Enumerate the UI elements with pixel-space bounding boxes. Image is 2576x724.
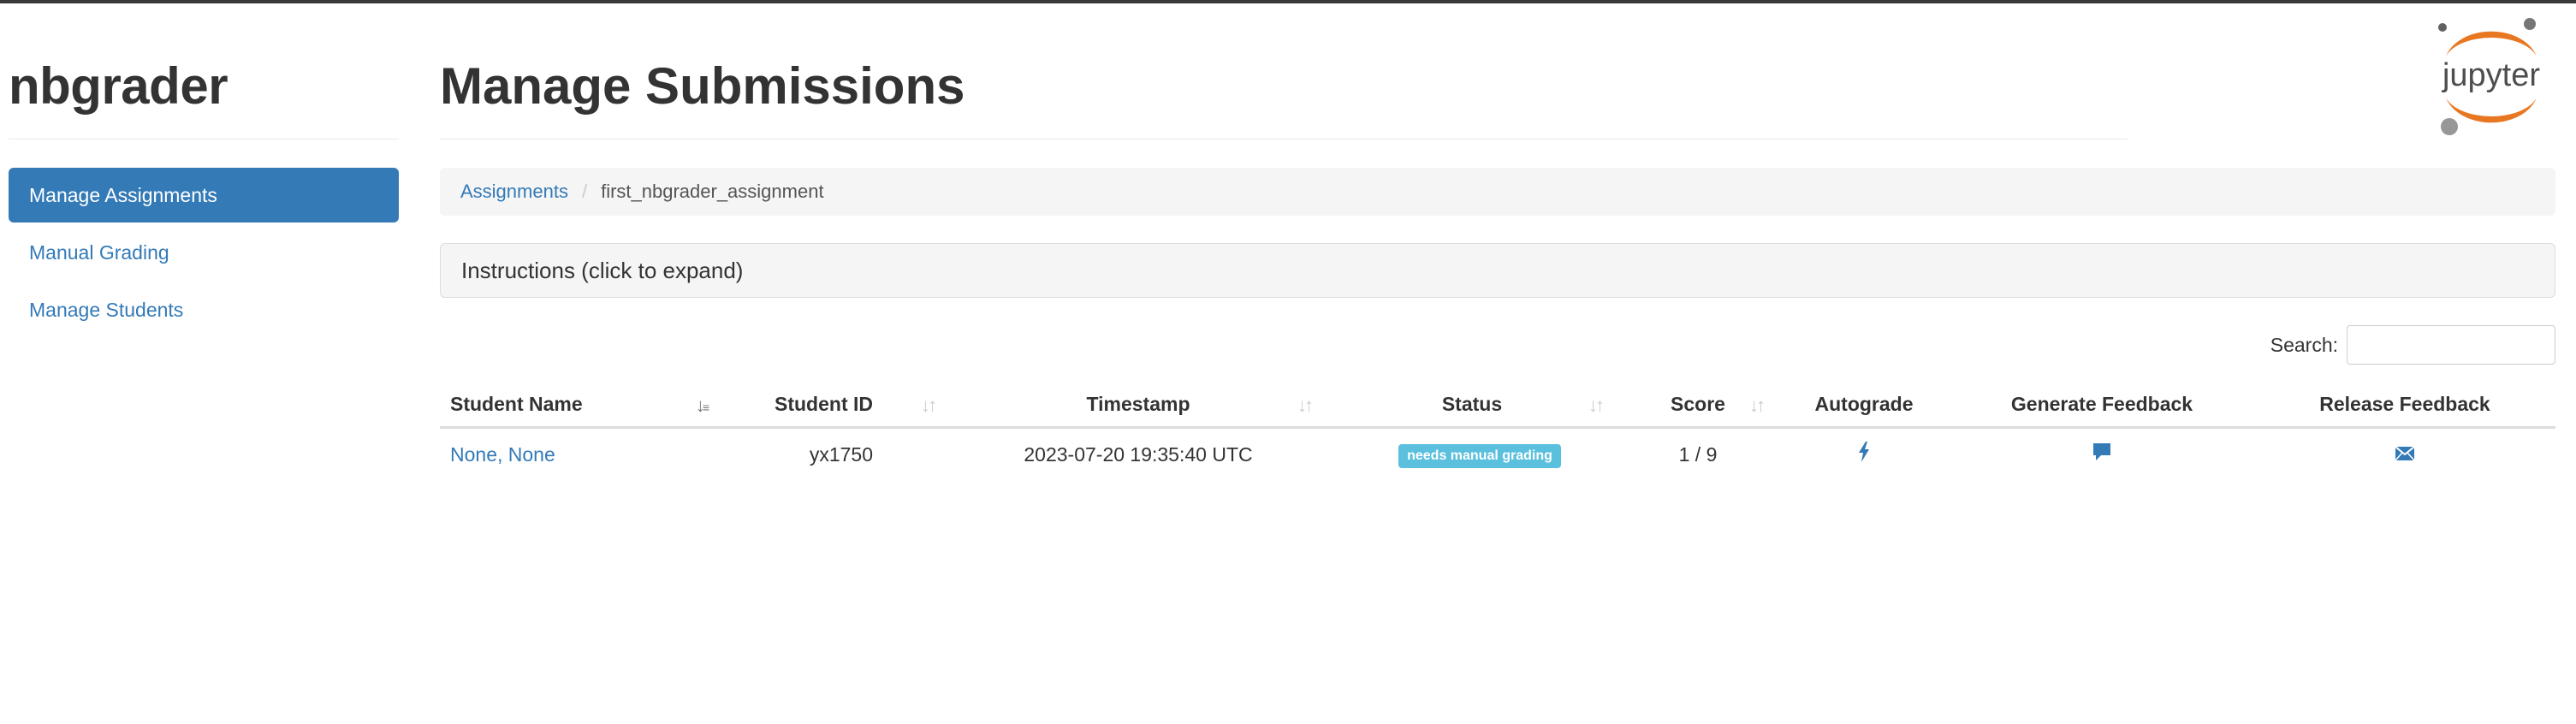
jupyter-logo-icon: jupyter	[2438, 18, 2540, 135]
sidebar-item-manage-assignments[interactable]: Manage Assignments	[9, 168, 399, 223]
table-row: None, None yx1750 2023-07-20 19:35:40 UT…	[440, 428, 2555, 481]
search-label: Search:	[2270, 333, 2338, 356]
search-input[interactable]	[2347, 325, 2555, 365]
sort-icon[interactable]: ↓↑	[1749, 395, 1766, 417]
sort-icon[interactable]: ↓↑	[921, 395, 937, 417]
sidebar-item-manual-grading[interactable]: Manual Grading	[9, 225, 399, 280]
column-header-score[interactable]: Score ↓↑	[1617, 382, 1778, 429]
sort-asc-icon[interactable]: ↓≡	[696, 395, 709, 417]
student-name-link[interactable]: None, None	[450, 443, 555, 466]
instructions-panel[interactable]: Instructions (click to expand)	[440, 243, 2555, 298]
sort-icon[interactable]: ↓↑	[1588, 395, 1605, 417]
comment-icon[interactable]	[2092, 442, 2112, 466]
sidebar-item-manage-students[interactable]: Manage Students	[9, 282, 399, 337]
student-id-cell: yx1750	[809, 442, 873, 466]
breadcrumb-separator: /	[581, 181, 588, 202]
score-cell: 1 / 9	[1678, 442, 1718, 466]
bolt-icon[interactable]	[1857, 442, 1871, 467]
top-border	[0, 0, 2576, 3]
column-header-student-id[interactable]: Student ID ↓↑	[722, 382, 950, 429]
envelope-icon[interactable]	[2395, 443, 2415, 466]
breadcrumb-current: first_nbgrader_assignment	[601, 181, 824, 202]
submissions-table: Student Name ↓≡ Student ID ↓↑ Timestamp …	[440, 382, 2555, 480]
breadcrumb-assignments-link[interactable]: Assignments	[460, 181, 568, 203]
search-box: Search:	[2270, 325, 2555, 365]
column-header-student-name[interactable]: Student Name ↓≡	[440, 382, 722, 429]
status-badge: needs manual grading	[1398, 443, 1561, 468]
column-header-autograde: Autograde	[1778, 382, 1950, 429]
page-title: Manage Submissions	[440, 57, 965, 115]
timestamp-cell: 2023-07-20 19:35:40 UTC	[1024, 442, 1253, 466]
breadcrumb: Assignments / first_nbgrader_assignment	[440, 168, 2555, 216]
column-header-release-feedback: Release Feedback	[2254, 382, 2555, 429]
sort-icon[interactable]: ↓↑	[1297, 395, 1314, 417]
logo-text: jupyter	[2442, 57, 2540, 93]
app-brand: nbgrader	[9, 57, 229, 115]
column-header-generate-feedback: Generate Feedback	[1950, 382, 2254, 429]
column-header-status[interactable]: Status ↓↑	[1327, 382, 1617, 429]
sidebar-nav: Manage Assignments Manual Grading Manage…	[9, 168, 399, 340]
column-header-timestamp[interactable]: Timestamp ↓↑	[950, 382, 1327, 429]
table-header-row: Student Name ↓≡ Student ID ↓↑ Timestamp …	[440, 382, 2555, 429]
